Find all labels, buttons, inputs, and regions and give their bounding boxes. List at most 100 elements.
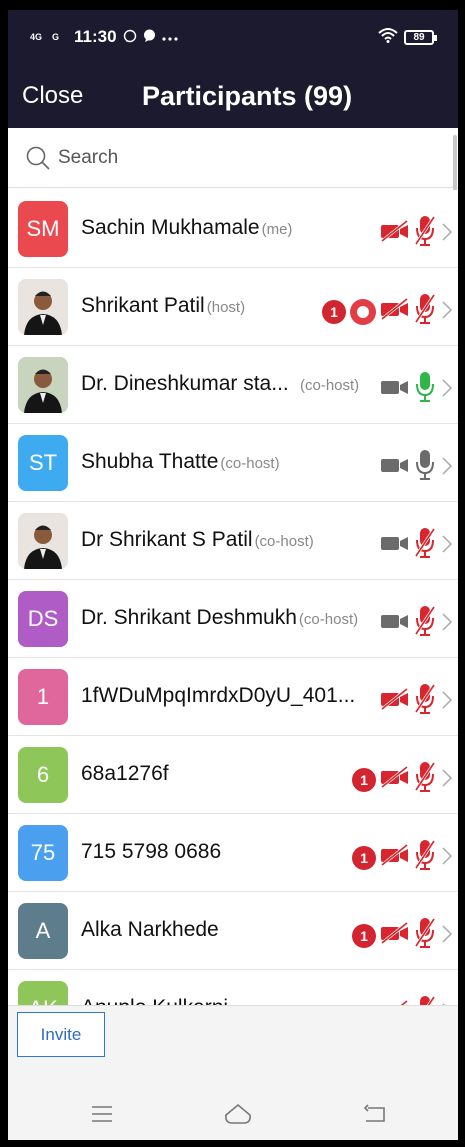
participant-name-wrap: Dr. Shrikant Deshmukh (co-host) xyxy=(81,606,358,630)
participant-role: (co-host) xyxy=(298,611,359,628)
avatar: SM xyxy=(18,201,68,257)
status-icons: 1 xyxy=(322,292,453,331)
status-icons xyxy=(380,682,453,721)
page-title: Participants (99) xyxy=(142,81,353,111)
participant-row[interactable]: SM Sachin Mukhamale (me) xyxy=(8,190,458,268)
chat-bubble-icon xyxy=(143,27,156,47)
participant-name-wrap: Dr Shrikant S Patil (co-host) xyxy=(81,528,314,552)
unread-badge: 1 xyxy=(352,767,376,792)
participant-row[interactable]: Shrikant Patil (host) 1 xyxy=(8,268,458,346)
wifi-icon xyxy=(378,27,398,48)
invite-button[interactable]: Invite xyxy=(17,1012,105,1057)
participant-name: Shrikant Patil xyxy=(81,294,205,317)
status-icons xyxy=(380,526,453,565)
participants-header: Close Participants (99) xyxy=(8,64,458,128)
avatar: ST xyxy=(18,435,68,491)
video-icon xyxy=(380,376,410,403)
back-icon[interactable] xyxy=(355,1099,395,1129)
participant-row[interactable]: ST Shubha Thatte (co-host) xyxy=(8,424,458,502)
chevron-right-icon[interactable] xyxy=(442,689,453,715)
participant-name-wrap: Shubha Thatte (co-host) xyxy=(81,450,280,474)
participant-name-wrap: 68a1276f xyxy=(81,762,169,786)
participant-row[interactable]: DS Dr. Shrikant Deshmukh (co-host) xyxy=(8,580,458,658)
participant-name-wrap: Anuplo Kulkarni xyxy=(81,996,228,1005)
status-icons: 1 xyxy=(352,838,453,877)
close-button[interactable]: Close xyxy=(22,82,83,110)
avatar: AK xyxy=(18,981,68,1005)
status-icons xyxy=(380,370,453,409)
whatsapp-icon xyxy=(123,29,137,46)
mic-muted-icon xyxy=(414,760,436,799)
mic-icon xyxy=(414,370,436,409)
participant-name-wrap: Sachin Mukhamale (me) xyxy=(81,216,292,240)
chevron-right-icon[interactable] xyxy=(442,377,453,403)
participant-name: Anuplo Kulkarni xyxy=(81,996,228,1005)
unread-badge: 1 xyxy=(322,299,346,324)
chevron-right-icon[interactable] xyxy=(442,845,453,871)
video-off-icon xyxy=(380,765,410,793)
more-notifications-icon xyxy=(161,27,178,47)
status-right: 89 xyxy=(378,27,437,48)
chevron-right-icon[interactable] xyxy=(442,767,453,793)
unread-badge: 1 xyxy=(352,845,376,870)
participant-role: (co-host) xyxy=(300,377,360,394)
avatar: A xyxy=(18,903,68,959)
participant-name: 715 5798 0686 xyxy=(81,840,222,863)
search-icon xyxy=(26,146,52,177)
participant-name: Dr. Shrikant Deshmukh xyxy=(81,606,297,629)
clock: 11:30 xyxy=(74,27,117,46)
chevron-right-icon[interactable] xyxy=(442,533,453,559)
chevron-right-icon[interactable] xyxy=(442,221,453,247)
participant-name-wrap: 715 5798 0686 xyxy=(81,840,221,864)
video-icon xyxy=(380,532,410,559)
avatar xyxy=(18,513,68,569)
status-bar: 4G G 11:30 89 xyxy=(8,10,458,64)
chevron-right-icon[interactable] xyxy=(442,923,453,949)
chevron-right-icon[interactable] xyxy=(442,455,453,481)
status-icons: 1 xyxy=(352,760,453,799)
mic-muted-icon xyxy=(414,994,436,1005)
avatar: 1 xyxy=(18,669,68,725)
status-icons xyxy=(380,604,453,643)
participant-name-wrap: Dr. Dineshkumar sta... xyxy=(81,372,289,396)
menu-icon[interactable] xyxy=(82,1099,122,1129)
mic-muted-icon xyxy=(414,916,436,955)
participant-row[interactable]: (co-host) Dr. Dineshkumar sta... xyxy=(8,346,458,424)
participant-row[interactable]: 6 68a1276f 1 xyxy=(8,736,458,814)
mic-muted-icon xyxy=(414,214,436,253)
participant-role: (me) xyxy=(261,221,293,238)
participant-name-wrap: 1fWDuMpqImrdxD0yU_401... xyxy=(81,684,355,708)
avatar: 6 xyxy=(18,747,68,803)
participant-name: Dr. Dineshkumar sta... xyxy=(81,372,289,395)
screen: 4G G 11:30 89 Close Participants (99) Se… xyxy=(8,10,458,1140)
avatar: 75 xyxy=(18,825,68,881)
participant-name-wrap: Alka Narkhede xyxy=(81,918,219,942)
participant-name: Sachin Mukhamale xyxy=(81,216,260,239)
chevron-right-icon[interactable] xyxy=(442,299,453,325)
home-icon[interactable] xyxy=(218,1099,258,1129)
mic-muted-icon xyxy=(414,292,436,331)
search-input[interactable] xyxy=(58,144,428,172)
network-indicator-2: G xyxy=(52,31,60,42)
network-indicator-1: 4G xyxy=(30,31,43,42)
mic-muted-icon xyxy=(414,838,436,877)
participant-name: 68a1276f xyxy=(81,762,169,785)
unread-badge: 1 xyxy=(352,923,376,948)
participant-row[interactable]: Dr Shrikant S Patil (co-host) xyxy=(8,502,458,580)
status-icons: 1 xyxy=(352,916,453,955)
participant-name: Dr Shrikant S Patil xyxy=(81,528,253,551)
video-off-icon xyxy=(380,843,410,871)
participant-row[interactable]: AK Anuplo Kulkarni xyxy=(8,970,458,1005)
participant-row[interactable]: A Alka Narkhede 1 xyxy=(8,892,458,970)
participant-name: 1fWDuMpqImrdxD0yU_401... xyxy=(81,684,356,707)
participant-row[interactable]: 1 1fWDuMpqImrdxD0yU_401... xyxy=(8,658,458,736)
status-icons xyxy=(380,214,453,253)
video-off-icon xyxy=(380,921,410,949)
android-navigation-bar xyxy=(8,1085,458,1140)
participant-row[interactable]: 75 715 5798 0686 1 xyxy=(8,814,458,892)
mic-muted-icon xyxy=(414,682,436,721)
chevron-right-icon[interactable] xyxy=(442,611,453,637)
recording-icon xyxy=(350,298,376,325)
avatar: DS xyxy=(18,591,68,647)
status-left: 4G G 11:30 xyxy=(30,27,178,47)
